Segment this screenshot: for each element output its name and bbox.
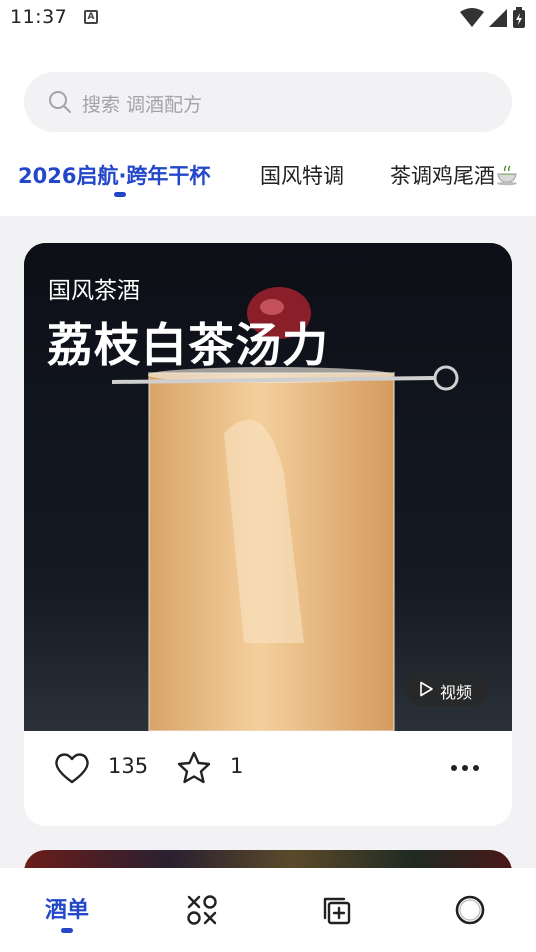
wifi-icon [460,8,484,27]
tea-cup-icon [497,165,517,186]
nav-item-profile[interactable] [402,868,536,952]
search-placeholder: 搜索 调酒配方 [82,94,203,116]
bottom-nav: 酒单 [0,868,536,952]
tab-tea-cocktail[interactable]: 茶调鸡尾酒 [390,160,520,190]
tab-tea-cocktail-label: 茶调鸡尾酒 [390,164,495,188]
tab-guofeng[interactable]: 国风特调 [260,160,344,190]
nav-item-create[interactable] [268,868,402,952]
tab-active-indicator [114,192,126,197]
like-count: 135 [108,754,149,778]
tab-new-year[interactable]: 2026启航·跨年干杯 [18,160,210,190]
signal-icon [489,9,507,27]
recipe-image[interactable]: 国风茶酒 荔枝白茶汤力 视频 [24,243,512,731]
more-icon[interactable] [450,764,480,772]
play-icon [420,681,433,697]
shapes-icon [187,895,217,925]
nav-label-menu: 酒单 [44,898,89,923]
favorite-count: 1 [230,754,244,778]
search-icon [49,91,71,113]
card-category: 国风茶酒 [48,278,140,304]
nav-item-menu[interactable]: 酒单 [0,868,134,952]
notification-badge: A [84,10,98,24]
star-icon[interactable] [176,750,212,786]
status-bar: 11:37 A [0,0,536,36]
category-tabs: 2026启航·跨年干杯 国风特调 茶调鸡尾酒 [0,154,536,204]
search-bar[interactable]: 搜索 调酒配方 [24,72,512,132]
card-actions: 135 1 [24,731,512,826]
profile-circle-icon [455,895,485,925]
add-layer-icon [323,897,351,925]
video-badge[interactable]: 视频 [405,672,489,706]
card-title: 荔枝白茶汤力 [47,318,329,372]
status-icons [460,7,526,29]
nav-item-explore[interactable] [134,868,268,952]
status-time: 11:37 [10,6,68,28]
header: 搜索 调酒配方 2026启航·跨年干杯 国风特调 茶调鸡尾酒 [0,36,536,216]
heart-icon[interactable] [54,751,90,785]
nav-active-indicator [61,928,73,933]
video-label: 视频 [440,683,473,702]
battery-icon [513,7,525,28]
recipe-card[interactable]: 国风茶酒 荔枝白茶汤力 视频 135 1 [24,243,512,826]
